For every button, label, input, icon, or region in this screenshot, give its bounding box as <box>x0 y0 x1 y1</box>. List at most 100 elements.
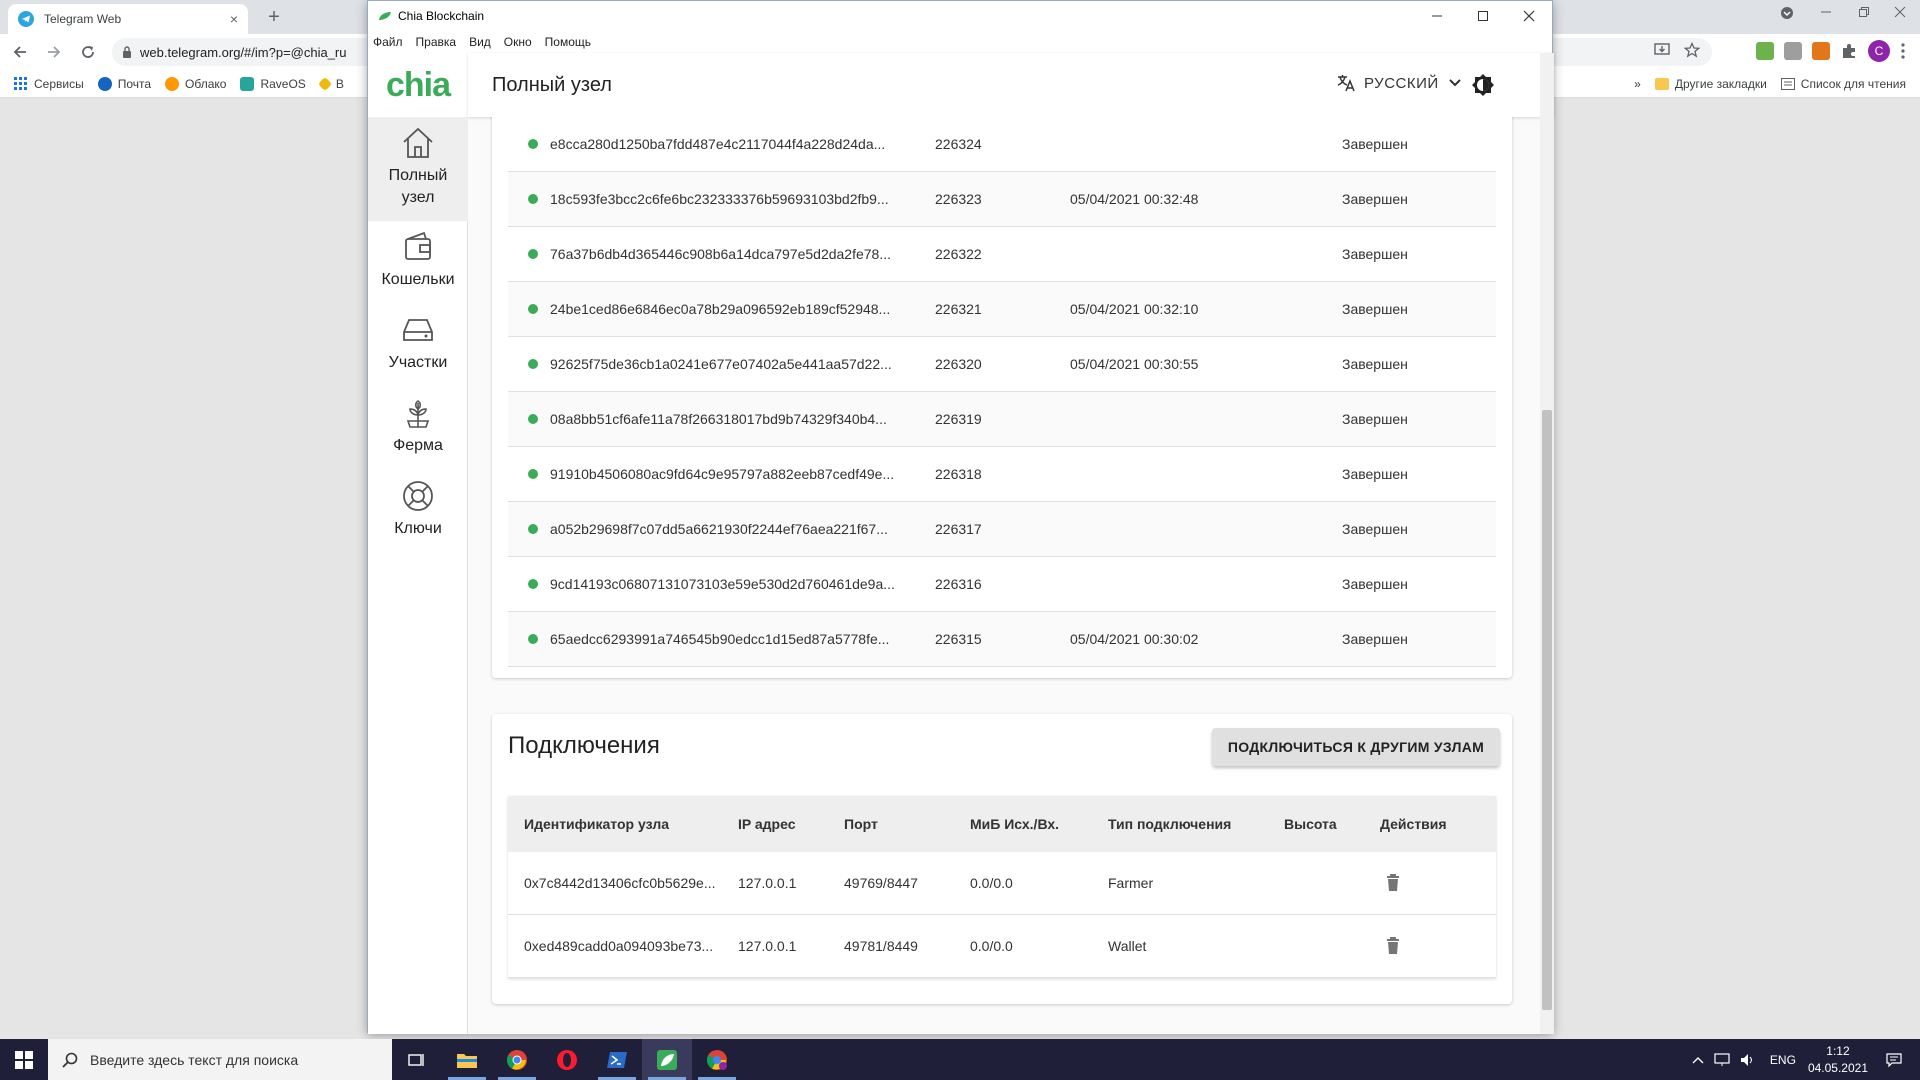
close-icon[interactable] <box>1506 1 1552 31</box>
menu-window[interactable]: Окно <box>504 35 532 49</box>
other-bookmarks-label: Другие закладки <box>1674 77 1767 91</box>
metamask-icon[interactable] <box>1812 42 1830 60</box>
profile-avatar[interactable]: C <box>1868 40 1890 62</box>
theme-toggle-icon[interactable] <box>1471 73 1495 97</box>
sidebar-item-plots[interactable]: Участки <box>368 312 468 374</box>
sidebar-item-wallets[interactable]: Кошельки <box>368 229 468 291</box>
tab-telegram[interactable]: Telegram Web × <box>8 4 248 34</box>
other-bookmarks[interactable]: Другие закладки <box>1654 77 1767 91</box>
menu-file[interactable]: Файл <box>373 35 403 49</box>
bookmark-b[interactable]: B <box>317 76 344 91</box>
bookmark-services[interactable]: Сервисы <box>14 76 84 91</box>
node-id: 0x7c8442d13406cfc0b5629e... <box>524 875 716 891</box>
block-row[interactable]: 24be1ced86e6846ec0a78b29a096592eb189cf52… <box>508 282 1496 337</box>
bookmark-raveos[interactable]: RaveOS <box>240 76 306 91</box>
minimize-icon[interactable] <box>1414 1 1460 31</box>
block-row[interactable]: 9cd14193c06807131073103e59e530d2d760461d… <box>508 557 1496 612</box>
block-row[interactable]: 18c593fe3bcc2c6fe6bc232333376b59693103bd… <box>508 172 1496 227</box>
tab-search-icon[interactable] <box>1780 6 1794 20</box>
chrome-icon[interactable] <box>492 1039 542 1080</box>
ip-address: 127.0.0.1 <box>738 938 797 954</box>
menu-view[interactable]: Вид <box>469 35 491 49</box>
delete-connection-icon[interactable] <box>1380 937 1496 955</box>
extension-green-icon[interactable] <box>1756 42 1774 60</box>
status-dot <box>528 414 538 424</box>
back-icon[interactable] <box>6 38 34 66</box>
status-dot <box>528 249 538 259</box>
block-row[interactable]: 65aedcc6293991a746545b90edcc1d15ed87a577… <box>508 612 1496 667</box>
table-header: Идентификатор узла IP адрес Порт МиБ Исх… <box>508 796 1496 852</box>
app-body: chia Полный узел РУССКИЙ Полный узел Кош… <box>368 53 1554 1034</box>
chia-taskbar-icon[interactable] <box>642 1039 692 1080</box>
bookmarks-right: » Другие закладки Список для чтения <box>1634 70 1906 98</box>
close-icon[interactable] <box>1894 6 1906 18</box>
lock-icon <box>122 46 132 58</box>
file-explorer-icon[interactable] <box>442 1039 492 1080</box>
chia-logo[interactable]: chia <box>368 53 468 117</box>
scrollbar[interactable] <box>1540 53 1554 1034</box>
binance-icon <box>317 76 332 91</box>
forward-icon[interactable] <box>40 38 68 66</box>
delete-connection-icon[interactable] <box>1380 874 1496 892</box>
notifications-icon[interactable] <box>1886 1052 1902 1067</box>
status-dot <box>528 634 538 644</box>
powershell-icon[interactable] <box>592 1039 642 1080</box>
ip-address: 127.0.0.1 <box>738 875 797 891</box>
sidebar: Полный узел Кошельки Участки Ферма Ключи <box>368 117 468 1034</box>
menu-edit[interactable]: Правка <box>416 35 457 49</box>
plant-icon <box>400 395 436 435</box>
sidebar-item-keys[interactable]: Ключи <box>368 478 468 540</box>
keyboard-language[interactable]: ENG <box>1770 1053 1796 1067</box>
new-tab-button[interactable]: + <box>262 6 286 29</box>
language-selector[interactable]: РУССКИЙ <box>1336 73 1461 93</box>
bookmark-cloud[interactable]: Облако <box>165 76 226 91</box>
block-row[interactable]: 91910b4506080ac9fd64c9e95797a882eeb87ced… <box>508 447 1496 502</box>
block-row[interactable]: 76a37b6db4d365446c908b6a14dca797e5d2da2f… <box>508 227 1496 282</box>
block-height: 226317 <box>935 521 982 537</box>
block-height: 226315 <box>935 631 982 647</box>
block-height: 226320 <box>935 356 982 372</box>
restore-icon[interactable] <box>1858 6 1870 18</box>
sidebar-item-farm[interactable]: Ферма <box>368 395 468 457</box>
block-height: 226316 <box>935 576 982 592</box>
star-icon[interactable] <box>1684 42 1700 58</box>
reload-icon[interactable] <box>74 38 102 66</box>
volume-icon[interactable] <box>1740 1053 1756 1067</box>
install-icon[interactable] <box>1654 42 1670 58</box>
window-controls <box>1414 1 1552 31</box>
extension-gray-icon[interactable] <box>1784 42 1802 60</box>
block-hash: a052b29698f7c07dd5a6621930f2244ef76aea22… <box>550 521 888 537</box>
scrollbar-thumb[interactable] <box>1542 410 1552 1010</box>
windows-taskbar: Введите здесь текст для поиска ENG 1:12 … <box>0 1039 1920 1080</box>
bookmarks-more-button[interactable]: » <box>1634 77 1641 91</box>
connection-type: Wallet <box>1108 938 1147 954</box>
maximize-icon[interactable] <box>1460 1 1506 31</box>
kebab-menu-icon[interactable] <box>1900 42 1906 60</box>
port: 49769/8447 <box>844 875 918 891</box>
clock[interactable]: 1:12 04.05.2021 <box>1808 1043 1868 1075</box>
bookmark-mail[interactable]: Почта <box>97 76 151 91</box>
network-icon[interactable] <box>1714 1052 1730 1067</box>
header-ip: IP адрес <box>738 816 796 832</box>
task-view-icon[interactable] <box>392 1039 442 1080</box>
system-tray: ENG 1:12 04.05.2021 <box>1692 1039 1920 1080</box>
start-button[interactable] <box>0 1039 48 1080</box>
chevron-up-icon[interactable] <box>1692 1056 1704 1064</box>
clock-date: 04.05.2021 <box>1807 1060 1868 1075</box>
puzzle-icon[interactable] <box>1840 42 1858 60</box>
block-row[interactable]: 92625f75de36cb1a0241e677e07402a5e441aa57… <box>508 337 1496 392</box>
block-row[interactable]: e8cca280d1250ba7fdd487e4c2117044f4a228d2… <box>508 117 1496 172</box>
minimize-icon[interactable] <box>1820 6 1832 18</box>
reading-list[interactable]: Список для чтения <box>1780 77 1906 91</box>
taskbar-search[interactable]: Введите здесь текст для поиска <box>48 1039 392 1080</box>
search-icon <box>62 1052 78 1068</box>
opera-icon[interactable] <box>542 1039 592 1080</box>
block-row[interactable]: a052b29698f7c07dd5a6621930f2244ef76aea22… <box>508 502 1496 557</box>
chrome-profile-icon[interactable] <box>692 1039 742 1080</box>
sidebar-item-full-node[interactable]: Полный узел <box>368 117 468 221</box>
menu-help[interactable]: Помощь <box>545 35 591 49</box>
connect-other-nodes-button[interactable]: ПОДКЛЮЧИТЬСЯ К ДРУГИМ УЗЛАМ <box>1212 728 1500 766</box>
block-row[interactable]: 08a8bb51cf6afe11a78f266318017bd9b74329f3… <box>508 392 1496 447</box>
tab-close-icon[interactable]: × <box>230 11 238 27</box>
header-height: Высота <box>1284 816 1337 832</box>
